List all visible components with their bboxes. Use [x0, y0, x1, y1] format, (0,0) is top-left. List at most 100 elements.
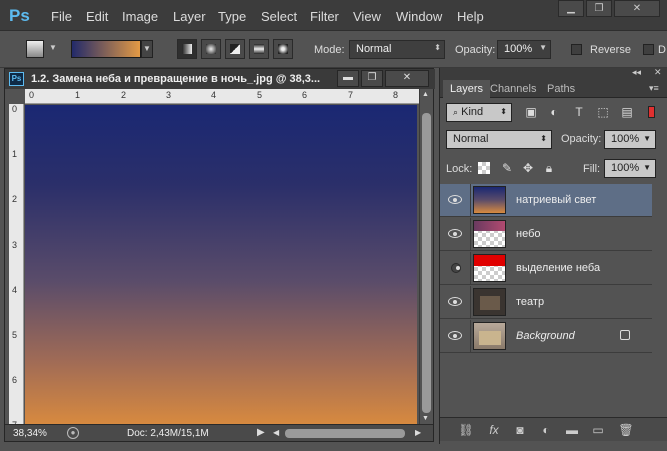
menu-type[interactable]: Type	[218, 9, 246, 24]
layer-name[interactable]: Background	[516, 330, 575, 342]
panel-close-icon[interactable]: ✕	[654, 67, 662, 78]
vertical-ruler[interactable]: 0 1 2 3 4 5 6 7	[9, 104, 24, 426]
scroll-down-icon[interactable]: ▼	[422, 415, 429, 422]
doc-minimize-icon[interactable]: ▬	[337, 70, 359, 87]
new-layer-icon[interactable]: ▭	[590, 422, 606, 438]
minimize-icon[interactable]: ▁	[558, 0, 584, 17]
layer-name[interactable]: выделение неба	[516, 262, 600, 274]
tool-preset-dropdown-icon[interactable]: ▼	[47, 40, 59, 58]
lock-position-move-icon[interactable]: ✥	[521, 161, 535, 175]
opacity-field[interactable]: 100% ▼	[497, 40, 551, 59]
updown-arrow-icon: ⬍	[540, 134, 547, 143]
filter-toggle-icon[interactable]	[648, 106, 655, 118]
menu-view[interactable]: View	[353, 9, 381, 24]
scroll-up-icon[interactable]: ▲	[422, 91, 429, 98]
adjustment-filter-icon[interactable]: ◐	[547, 105, 561, 119]
pixel-filter-icon[interactable]: ▣	[524, 105, 538, 119]
lock-all-icon[interactable]: 🔒︎	[542, 161, 556, 175]
zoom-level[interactable]: 38,34%	[13, 428, 47, 439]
angle-gradient-icon[interactable]	[225, 39, 245, 59]
type-filter-icon[interactable]: T	[572, 105, 586, 119]
menu-filter[interactable]: Filter	[310, 9, 339, 24]
lock-label: Lock:	[446, 163, 473, 175]
menu-window[interactable]: Window	[396, 9, 442, 24]
vertical-scrollbar[interactable]: ▲ ▼	[419, 89, 433, 427]
lock-pixels-brush-icon[interactable]: ✎	[500, 161, 514, 175]
diamond-gradient-icon[interactable]	[273, 39, 293, 59]
reverse-checkbox[interactable]	[571, 44, 582, 55]
visibility-eye-icon[interactable]	[440, 320, 471, 353]
visibility-eye-icon[interactable]	[440, 286, 471, 319]
layer-filter-kind[interactable]: ⌕ Kind ⬍	[446, 103, 512, 122]
layer-opacity-field[interactable]: 100% ▼	[604, 130, 656, 149]
reflected-gradient-icon[interactable]	[249, 39, 269, 59]
visibility-eye-icon[interactable]	[440, 218, 471, 251]
horizontal-scroll-thumb[interactable]	[285, 429, 405, 438]
menu-help[interactable]: Help	[457, 9, 484, 24]
gradient-picker-dropdown-icon[interactable]: ▼	[141, 40, 153, 58]
menu-file[interactable]: File	[51, 9, 72, 24]
panel-menu-icon[interactable]: ▾≡	[649, 83, 659, 94]
layer-name[interactable]: небо	[516, 228, 541, 240]
layer-thumbnail	[473, 288, 506, 316]
panel-header: ◂◂ ✕	[440, 67, 667, 80]
image-canvas[interactable]	[25, 105, 417, 425]
photoshop-logo: Ps	[9, 6, 30, 25]
menu-edit[interactable]: Edit	[86, 9, 108, 24]
layer-thumbnail	[473, 254, 506, 282]
shape-filter-icon[interactable]: ⬚	[596, 105, 610, 119]
gradient-tool-icon[interactable]	[26, 40, 44, 58]
trash-icon[interactable]: 🗑︎	[618, 422, 634, 438]
reverse-label: Reverse	[590, 44, 631, 56]
link-icon[interactable]: ⛓	[458, 422, 474, 438]
scroll-left-icon[interactable]: ◀	[273, 428, 279, 437]
layer-row[interactable]: театр	[440, 286, 652, 319]
layers-panel: ◂◂ ✕ Layers Channels Paths ▾≡ ⌕ Kind ⬍ ▣…	[439, 67, 667, 444]
ruler-number: 1	[75, 90, 81, 100]
tab-paths[interactable]: Paths	[540, 80, 582, 98]
menu-select[interactable]: Select	[261, 9, 297, 24]
ruler-number: 2	[12, 194, 18, 204]
menu-image[interactable]: Image	[122, 9, 158, 24]
ruler-number: 0	[12, 104, 18, 114]
layer-row[interactable]: Background	[440, 320, 652, 353]
layer-row[interactable]: выделение неба	[440, 252, 652, 285]
document-tab[interactable]: Ps 1.2. Замена неба и превращение в ночь…	[5, 69, 435, 89]
visibility-eye-icon[interactable]	[440, 184, 471, 217]
ruler-number: 8	[393, 90, 399, 100]
dither-checkbox[interactable]	[643, 44, 654, 55]
tab-channels[interactable]: Channels	[483, 80, 543, 98]
blend-mode-select[interactable]: Normal ⬍	[446, 130, 552, 149]
mode-select[interactable]: Normal ⬍	[349, 40, 445, 59]
document-size-info: Doc: 2,43M/15,1M	[127, 428, 209, 439]
visibility-off-icon[interactable]	[440, 252, 471, 285]
group-folder-icon[interactable]: ▬	[564, 422, 580, 438]
scroll-thumb[interactable]	[422, 113, 431, 413]
status-info-icon[interactable]: ●	[67, 427, 79, 439]
layers-panel-toolbar: ⛓ fx ◙ ◐ ▬ ▭ 🗑︎	[440, 417, 667, 441]
menu-layer[interactable]: Layer	[173, 9, 206, 24]
fill-field[interactable]: 100% ▼	[604, 159, 656, 178]
lock-transparent-icon[interactable]	[478, 162, 490, 174]
radial-gradient-icon[interactable]	[201, 39, 221, 59]
chevron-down-icon: ▼	[643, 134, 651, 143]
close-icon[interactable]: ✕	[614, 0, 660, 17]
layer-row[interactable]: натриевый свет	[440, 184, 652, 217]
collapse-panels-icon[interactable]: ◂◂	[632, 67, 641, 78]
layer-name[interactable]: театр	[516, 296, 544, 308]
panel-scrollbar[interactable]	[654, 184, 666, 424]
restore-icon[interactable]: ❐	[586, 0, 612, 17]
horizontal-ruler[interactable]: 0 1 2 3 4 5 6 7 8	[25, 89, 419, 104]
adjustment-icon[interactable]: ◐	[538, 422, 554, 438]
doc-close-icon[interactable]: ✕	[385, 70, 429, 87]
fx-icon[interactable]: fx	[486, 422, 502, 438]
smart-object-filter-icon[interactable]: ▤	[620, 105, 634, 119]
layer-name[interactable]: натриевый свет	[516, 194, 596, 206]
layer-row[interactable]: небо	[440, 218, 652, 251]
status-menu-arrow-icon[interactable]: ▶	[257, 427, 265, 438]
linear-gradient-icon[interactable]	[177, 39, 197, 59]
scroll-right-icon[interactable]: ▶	[415, 428, 421, 437]
mask-icon[interactable]: ◙	[512, 422, 528, 438]
gradient-preview[interactable]	[71, 40, 141, 58]
doc-restore-icon[interactable]: ❐	[361, 70, 383, 87]
